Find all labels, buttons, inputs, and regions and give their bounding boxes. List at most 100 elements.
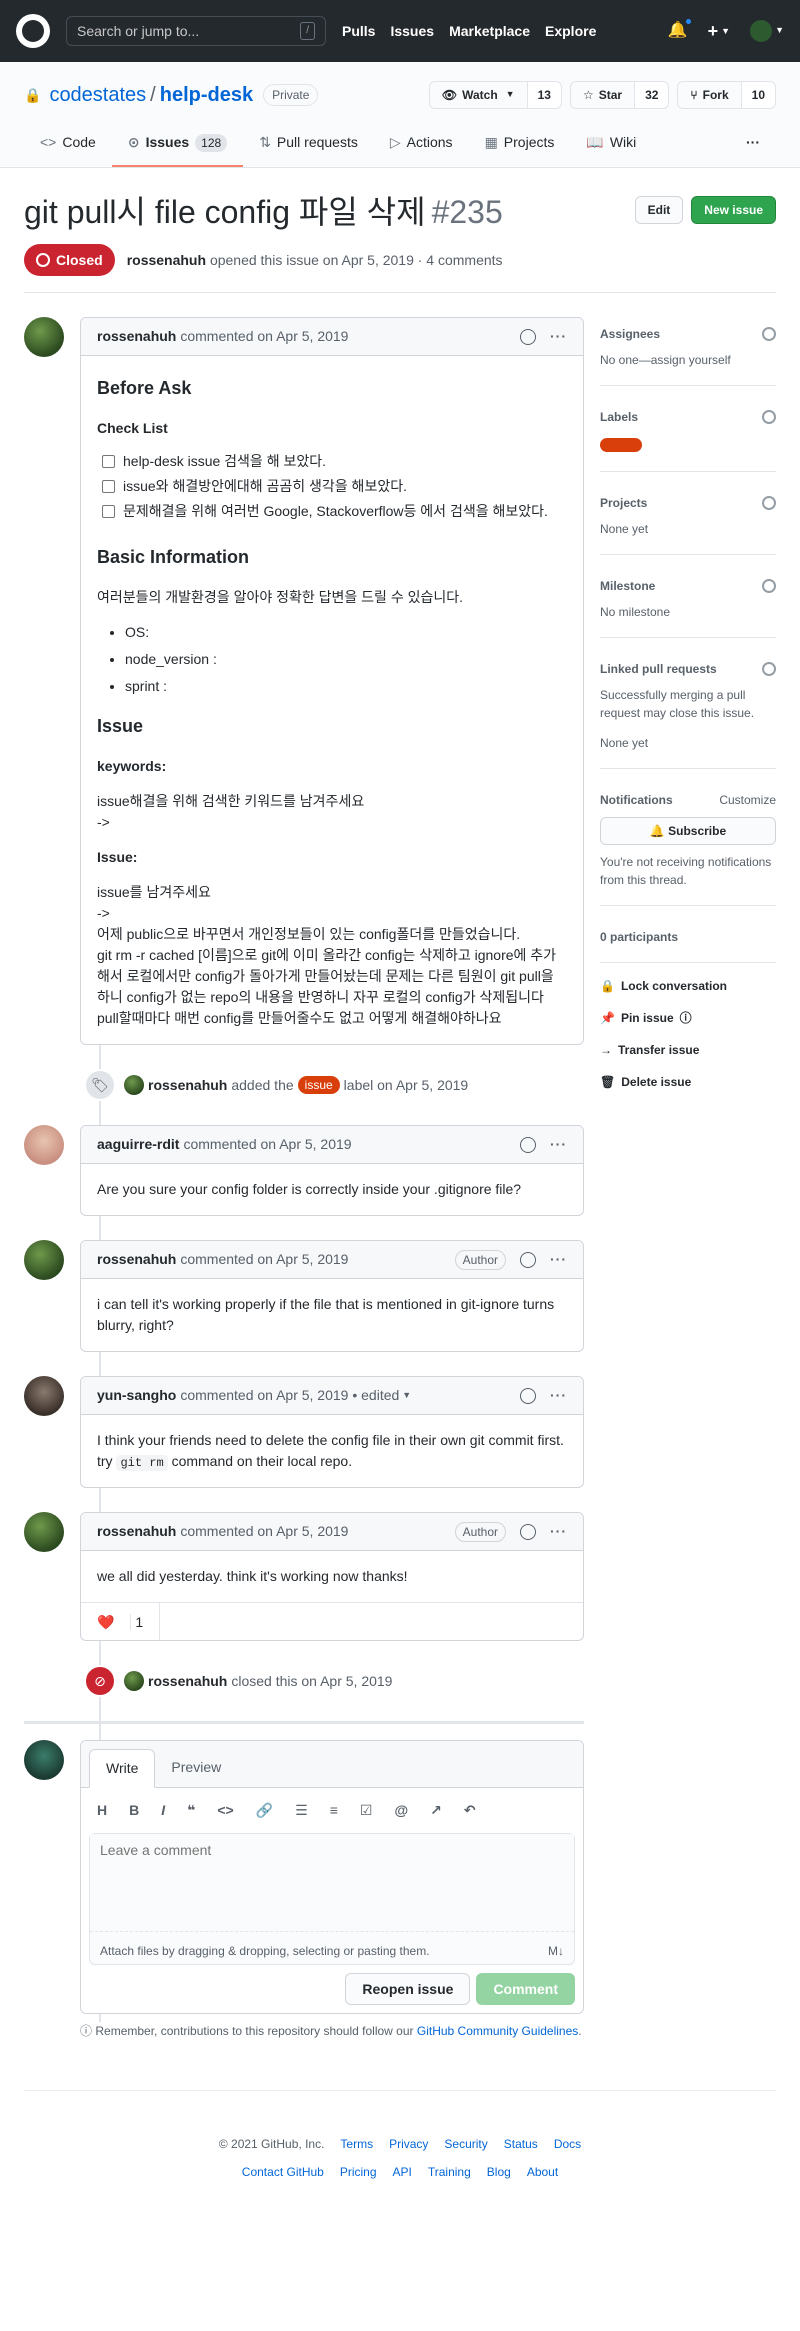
link-icon[interactable]: 🔗 (256, 1800, 273, 1821)
comment-author[interactable]: rossenahuh (97, 1521, 176, 1542)
task-list-icon[interactable]: ☑ (360, 1800, 373, 1821)
lock-conversation-button[interactable]: 🔒 Lock conversation (600, 977, 776, 995)
kebab-menu-icon[interactable]: ··· (550, 1521, 567, 1542)
heading-icon[interactable]: H (97, 1800, 107, 1821)
create-new-menu[interactable]: + ▼ (708, 18, 730, 45)
community-guidelines-link[interactable]: GitHub Community Guidelines (417, 2024, 578, 2038)
tab-actions[interactable]: ▷ Actions (374, 124, 469, 167)
customize-link[interactable]: Customize (719, 791, 776, 809)
avatar[interactable] (24, 1125, 64, 1165)
fork-button[interactable]: ⑂ Fork (678, 82, 742, 108)
comment-time[interactable]: commented on Apr 5, 2019 (180, 326, 348, 347)
avatar[interactable] (24, 1240, 64, 1280)
event-actor[interactable]: rossenahuh (148, 1075, 227, 1096)
reply-icon[interactable]: ↶ (464, 1800, 476, 1821)
delete-issue-button[interactable]: 🗑 Delete issue (600, 1073, 776, 1091)
star-count[interactable]: 32 (635, 82, 669, 108)
watch-button[interactable]: 👁 Watch ▼ (429, 82, 528, 108)
attach-files-hint[interactable]: Attach files by dragging & dropping, sel… (100, 1942, 430, 1960)
nav-marketplace[interactable]: Marketplace (449, 21, 530, 42)
italic-icon[interactable]: I (161, 1800, 165, 1821)
tab-wiki[interactable]: 📖 Wiki (570, 124, 652, 167)
gear-icon[interactable] (762, 662, 776, 676)
watch-count[interactable]: 13 (527, 82, 561, 108)
tab-preview[interactable]: Preview (155, 1749, 237, 1787)
footer-link-training[interactable]: Training (428, 2163, 471, 2181)
reopen-issue-button[interactable]: Reopen issue (345, 1973, 471, 2005)
tab-projects[interactable]: ▦ Projects (469, 124, 571, 167)
smiley-icon[interactable] (520, 328, 536, 345)
gear-icon[interactable] (762, 410, 776, 424)
footer-link-about[interactable]: About (527, 2163, 558, 2181)
gear-icon[interactable] (762, 579, 776, 593)
info-icon[interactable]: ⓘ (680, 1009, 692, 1027)
star-button[interactable]: ☆ Star (570, 82, 636, 108)
issue-author-link[interactable]: rossenahuh (127, 250, 206, 271)
chevron-down-icon[interactable]: ▼ (402, 1389, 411, 1403)
markdown-icon[interactable]: M↓ (548, 1942, 564, 1960)
footer-link-docs[interactable]: Docs (554, 2135, 581, 2153)
comment-time[interactable]: commented on Apr 5, 2019 (180, 1249, 348, 1270)
footer-link-blog[interactable]: Blog (487, 2163, 511, 2181)
checkbox[interactable] (102, 455, 115, 468)
comment-author[interactable]: rossenahuh (97, 326, 176, 347)
kebab-menu-icon[interactable]: ··· (550, 1249, 567, 1270)
smiley-icon[interactable] (520, 1387, 536, 1404)
code-icon[interactable]: <> (217, 1800, 233, 1821)
fork-count[interactable]: 10 (741, 82, 775, 108)
footer-link-api[interactable]: API (393, 2163, 412, 2181)
event-actor[interactable]: rossenahuh (148, 1671, 227, 1692)
repo-owner-link[interactable]: codestates (49, 80, 146, 110)
gear-icon[interactable] (762, 327, 776, 341)
footer-link-security[interactable]: Security (444, 2135, 487, 2153)
footer-link-contact[interactable]: Contact GitHub (242, 2163, 324, 2181)
comment-button[interactable]: Comment (476, 1973, 575, 2005)
search-input[interactable]: Search or jump to... / (66, 16, 326, 46)
kebab-menu-icon[interactable]: ··· (550, 1134, 567, 1155)
avatar[interactable] (124, 1075, 144, 1095)
quote-icon[interactable]: ❝ (187, 1800, 195, 1821)
comment-time[interactable]: commented on Apr 5, 2019 (183, 1134, 351, 1155)
footer-link-privacy[interactable]: Privacy (389, 2135, 428, 2153)
smiley-icon[interactable] (520, 1136, 536, 1153)
issue-label[interactable]: issue (297, 1076, 340, 1094)
comment-textarea[interactable] (90, 1834, 574, 1932)
more-tabs-icon[interactable]: ··· (730, 124, 776, 167)
comment-author[interactable]: yun-sangho (97, 1385, 176, 1406)
comment-time[interactable]: commented on Apr 5, 2019 (180, 1385, 348, 1406)
user-menu[interactable]: ▼ (750, 20, 784, 43)
nav-issues[interactable]: Issues (390, 21, 434, 42)
bulleted-list-icon[interactable]: ☰ (295, 1800, 308, 1821)
bell-icon[interactable]: 🔔 (668, 17, 693, 43)
avatar[interactable] (124, 1671, 144, 1691)
footer-link-terms[interactable]: Terms (340, 2135, 373, 2153)
comment-author[interactable]: rossenahuh (97, 1249, 176, 1270)
bold-icon[interactable]: B (129, 1800, 139, 1821)
edited-menu[interactable]: • edited (352, 1385, 399, 1406)
issue-label[interactable]: issue (600, 438, 643, 452)
gear-icon[interactable] (762, 496, 776, 510)
nav-explore[interactable]: Explore (545, 21, 596, 42)
smiley-icon[interactable] (520, 1251, 536, 1268)
kebab-menu-icon[interactable]: ··· (550, 326, 567, 347)
tab-write[interactable]: Write (89, 1749, 156, 1788)
tab-issues[interactable]: ⊙ Issues 128 (111, 124, 244, 167)
avatar[interactable] (24, 1512, 64, 1552)
tab-code[interactable]: <> Code (24, 124, 112, 167)
heart-reaction[interactable]: ❤️ 1 (97, 1602, 161, 1640)
numbered-list-icon[interactable]: ≡ (330, 1800, 338, 1821)
transfer-issue-button[interactable]: → Transfer issue (600, 1041, 776, 1059)
github-logo-icon[interactable] (16, 14, 50, 48)
avatar[interactable] (24, 317, 64, 357)
checkbox[interactable] (102, 505, 115, 518)
smiley-icon[interactable] (520, 1523, 536, 1540)
checkbox[interactable] (102, 480, 115, 493)
assign-yourself-link[interactable]: No one—assign yourself (600, 351, 776, 369)
reference-icon[interactable]: ↗ (430, 1800, 442, 1821)
tab-pull-requests[interactable]: ⇅ Pull requests (243, 124, 374, 167)
avatar[interactable] (24, 1376, 64, 1416)
avatar[interactable] (24, 1740, 64, 1780)
subscribe-button[interactable]: 🔔 Subscribe (600, 817, 776, 845)
nav-pulls[interactable]: Pulls (342, 21, 375, 42)
comment-time[interactable]: commented on Apr 5, 2019 (180, 1521, 348, 1542)
